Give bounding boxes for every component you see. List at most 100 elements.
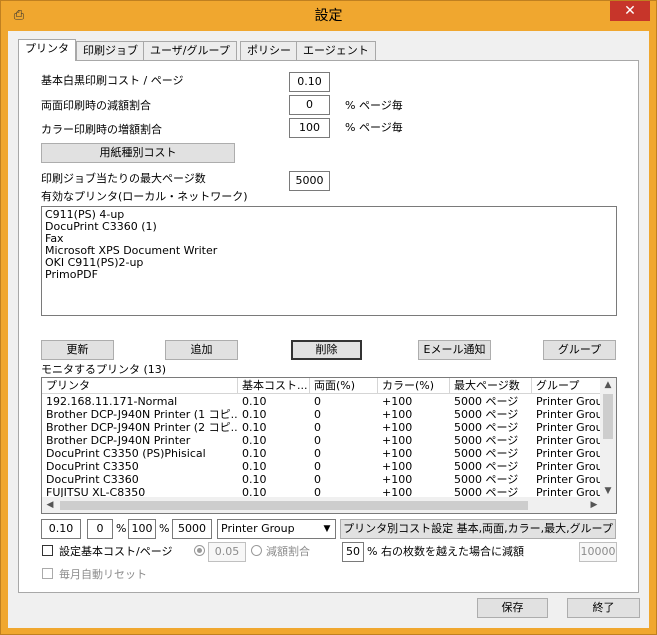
scroll-up-icon[interactable]: ▲ (600, 378, 616, 392)
table-row[interactable]: Brother DCP-J940N Printer 0.10 0 +100 50… (42, 434, 602, 447)
table-row[interactable]: DocuPrint C3350 (PS)Phisical 0.10 0 +100… (42, 447, 602, 460)
column-header-max-pages[interactable]: 最大ページ数 (450, 378, 532, 394)
vertical-scrollbar[interactable]: ▲ ▼ (600, 378, 616, 499)
base-cost-label: 基本白黒印刷コスト / ページ (41, 74, 184, 87)
exit-button[interactable]: 終了 (567, 598, 640, 618)
edit-duplex-unit: % (116, 522, 127, 535)
tab-print-jobs[interactable]: 印刷ジョブ (76, 41, 145, 60)
group-button[interactable]: グループ (543, 340, 616, 360)
duplex-unit: % ページ毎 (345, 99, 403, 112)
cell-duplex: 0 (314, 473, 321, 486)
tab-users-groups[interactable]: ユーザ/グループ (143, 41, 237, 60)
column-header-group[interactable]: グループ (532, 378, 602, 394)
window-title: 設定 (314, 8, 343, 24)
edit-max-input[interactable]: 5000 (172, 519, 212, 539)
reduction-radio[interactable] (251, 545, 262, 556)
duplex-label: 両面印刷時の減額割合 (41, 99, 151, 112)
cell-duplex: 0 (314, 434, 321, 447)
cell-base-cost: 0.10 (242, 434, 267, 447)
monitored-printers-table[interactable]: プリンタ 基本コスト... 両面(%) カラー(%) 最大ページ数 グループ 1… (41, 377, 617, 514)
max-pages-input[interactable]: 5000 (289, 171, 330, 191)
tab-policy[interactable]: ポリシー (240, 41, 298, 60)
table-row[interactable]: DocuPrint C3350 0.10 0 +100 5000 ページ Pri… (42, 460, 602, 473)
title-bar[interactable]: ⎙ 設定 ✕ (1, 1, 656, 31)
refresh-button[interactable]: 更新 (41, 340, 114, 360)
add-button[interactable]: 追加 (165, 340, 238, 360)
table-header: プリンタ 基本コスト... 両面(%) カラー(%) 最大ページ数 グループ (42, 378, 602, 394)
cell-printer: 192.168.11.171-Normal (46, 395, 178, 408)
valid-printers-label: 有効なプリンタ(ローカル・ネットワーク) (41, 190, 248, 203)
printer-tab-panel: 基本白黒印刷コスト / ページ 0.10 両面印刷時の減額割合 0 % ページ毎… (18, 60, 639, 593)
color-unit: % ページ毎 (345, 121, 403, 134)
duplex-input[interactable]: 0 (289, 95, 330, 115)
client-area: プリンタ 印刷ジョブ ユーザ/グループ ポリシー エージェント 基本白黒印刷コス… (8, 31, 649, 628)
close-icon: ✕ (624, 3, 636, 19)
horizontal-scroll-thumb[interactable] (60, 501, 528, 510)
cell-printer: DocuPrint C3350 (46, 460, 139, 473)
cell-base-cost: 0.10 (242, 460, 267, 473)
save-button[interactable]: 保存 (477, 598, 548, 618)
cell-printer: Brother DCP-J940N Printer (2 コピ... (46, 421, 238, 434)
table-row[interactable]: DocuPrint C3360 0.10 0 +100 5000 ページ Pri… (42, 473, 602, 486)
max-pages-label: 印刷ジョブ当たりの最大ページ数 (41, 172, 206, 185)
email-notify-button[interactable]: Eメール通知 (418, 340, 491, 360)
cell-max-pages: 5000 ページ (454, 421, 519, 434)
base-cost-radio-input[interactable]: 0.05 (208, 542, 246, 562)
base-cost-radio[interactable] (194, 545, 205, 556)
cell-max-pages: 5000 ページ (454, 460, 519, 473)
edit-color-input[interactable]: 100 (128, 519, 156, 539)
cell-max-pages: 5000 ページ (454, 395, 519, 408)
cell-base-cost: 0.10 (242, 447, 267, 460)
cell-color: +100 (382, 408, 413, 421)
list-item[interactable]: PrimoPDF (45, 269, 613, 281)
table-row[interactable]: 192.168.11.171-Normal 0.10 0 +100 5000 ペ… (42, 395, 602, 408)
threshold-input[interactable]: 50 (342, 542, 364, 562)
cell-max-pages: 5000 ページ (454, 434, 519, 447)
tab-printer[interactable]: プリンタ (18, 39, 76, 61)
chevron-down-icon[interactable]: ▼ (319, 520, 335, 538)
close-button[interactable]: ✕ (610, 1, 650, 21)
cell-max-pages: 5000 ページ (454, 408, 519, 421)
table-row[interactable]: Brother DCP-J940N Printer (1 コピ... 0.10 … (42, 408, 602, 421)
cell-base-cost: 0.10 (242, 395, 267, 408)
base-cost-input[interactable]: 0.10 (289, 72, 330, 92)
list-item[interactable]: DocuPrint C3360 (1) (45, 221, 613, 233)
tab-agent[interactable]: エージェント (296, 41, 376, 60)
monthly-reset-checkbox[interactable] (42, 568, 53, 579)
scroll-left-icon[interactable]: ◀ (42, 497, 58, 513)
per-printer-cost-button[interactable]: プリンタ別コスト設定 基本,両面,カラー,最大,グループ (340, 519, 616, 539)
column-header-duplex[interactable]: 両面(%) (310, 378, 378, 394)
cell-printer: DocuPrint C3360 (46, 473, 139, 486)
cell-printer: Brother DCP-J940N Printer (46, 434, 191, 447)
horizontal-scrollbar[interactable]: ◀ ▶ (42, 497, 616, 513)
page-count-input[interactable]: 10000 (579, 542, 617, 562)
cell-printer: DocuPrint C3350 (PS)Phisical (46, 447, 206, 460)
scroll-down-icon[interactable]: ▼ (600, 484, 616, 498)
edit-color-unit: % (159, 522, 170, 535)
cell-duplex: 0 (314, 408, 321, 421)
table-row[interactable]: Brother DCP-J940N Printer (2 コピ... 0.10 … (42, 421, 602, 434)
column-header-printer[interactable]: プリンタ (42, 378, 238, 394)
cell-group: Printer Grou (536, 460, 602, 473)
column-header-base-cost[interactable]: 基本コスト... (238, 378, 310, 394)
cell-color: +100 (382, 421, 413, 434)
delete-button[interactable]: 削除 (291, 340, 362, 360)
cell-max-pages: 5000 ページ (454, 473, 519, 486)
group-select[interactable]: Printer Group ▼ (217, 519, 336, 539)
set-base-cost-checkbox[interactable] (42, 545, 53, 556)
column-header-color[interactable]: カラー(%) (378, 378, 450, 394)
cell-color: +100 (382, 395, 413, 408)
edit-duplex-input[interactable]: 0 (87, 519, 113, 539)
list-item[interactable]: OKI C911(PS)2-up (45, 257, 613, 269)
cell-base-cost: 0.10 (242, 408, 267, 421)
cell-group: Printer Grou (536, 395, 602, 408)
edit-cost-input[interactable]: 0.10 (41, 519, 81, 539)
vertical-scroll-thumb[interactable] (603, 394, 613, 439)
paper-cost-button[interactable]: 用紙種別コスト (41, 143, 235, 163)
cell-group: Printer Grou (536, 408, 602, 421)
color-input[interactable]: 100 (289, 118, 330, 138)
reduction-label: 減額割合 (266, 545, 310, 558)
cell-group: Printer Grou (536, 473, 602, 486)
valid-printers-list[interactable]: C911(PS) 4-up DocuPrint C3360 (1) Fax Mi… (41, 206, 617, 316)
scroll-right-icon[interactable]: ▶ (586, 497, 602, 513)
